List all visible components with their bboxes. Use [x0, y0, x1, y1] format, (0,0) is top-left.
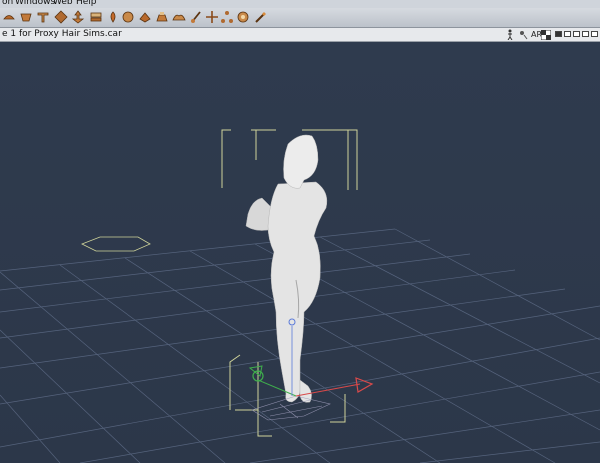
- twist-tool-icon[interactable]: [19, 10, 33, 24]
- ground-hexagon-marker[interactable]: [81, 236, 151, 252]
- figure-icon[interactable]: [505, 29, 515, 40]
- chain-break-icon[interactable]: [106, 10, 120, 24]
- layout-single-icon[interactable]: [555, 31, 562, 37]
- grab-tool-icon[interactable]: [205, 10, 219, 24]
- joint-editor-icon[interactable]: [220, 10, 234, 24]
- view-magnifier-icon[interactable]: [155, 10, 169, 24]
- wand-tool-icon[interactable]: [254, 10, 268, 24]
- menu-item-web[interactable]: Web: [53, 0, 73, 8]
- menu-item-animation[interactable]: on: [2, 0, 13, 8]
- layout-grid-icon[interactable]: [591, 31, 598, 37]
- grouping-tool-icon[interactable]: [138, 10, 152, 24]
- checker-render-icon[interactable]: [541, 30, 551, 40]
- scale-tool-icon[interactable]: [54, 10, 68, 24]
- menu-item-windows[interactable]: Windows: [15, 0, 55, 8]
- target-box-icon[interactable]: [236, 10, 250, 24]
- translate-tool-icon[interactable]: [71, 10, 85, 24]
- layout-four-icon[interactable]: [582, 31, 589, 37]
- document-tab-bar: e 1 for Proxy Hair Sims.car AR: [0, 28, 600, 42]
- editing-toolbar: [0, 8, 600, 28]
- color-tool-icon[interactable]: [121, 10, 135, 24]
- layout-two-icon[interactable]: [564, 31, 571, 37]
- menu-item-help[interactable]: Help: [76, 0, 97, 8]
- lighting-icon[interactable]: [518, 29, 528, 40]
- morph-brush-icon[interactable]: [189, 10, 203, 24]
- menu-bar: on Windows Web Help: [0, 0, 600, 8]
- layout-three-icon[interactable]: [573, 31, 580, 37]
- viewport-controls: AR: [505, 29, 600, 40]
- taper-tool-icon[interactable]: [36, 10, 50, 24]
- 3d-viewport[interactable]: [0, 42, 600, 463]
- document-title-tab[interactable]: e 1 for Proxy Hair Sims.car: [0, 28, 122, 41]
- direct-manipulation-icon[interactable]: [172, 10, 186, 24]
- rotate-tool-icon[interactable]: [2, 10, 16, 24]
- translate-in-out-icon[interactable]: [89, 10, 103, 24]
